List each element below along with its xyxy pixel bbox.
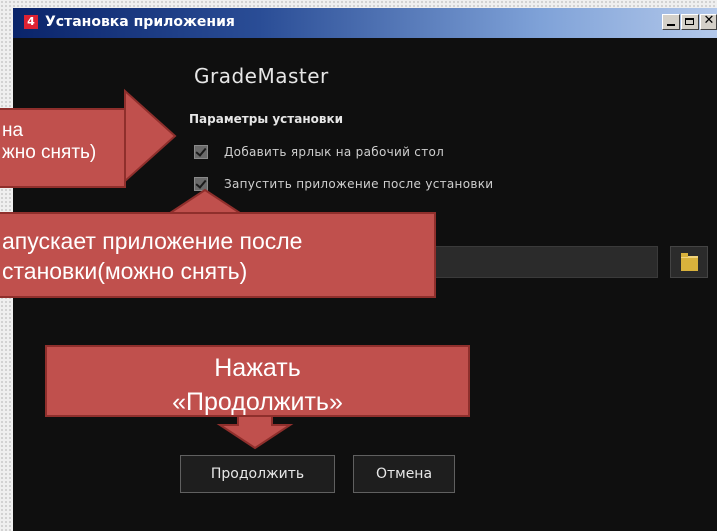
continue-callout-line2: «Продолжить» [172,388,343,416]
shortcut-callout-line1: на [2,120,24,141]
launch-after-install-option[interactable]: Запустить приложение после установки [194,174,493,194]
continue-callout-line1: Нажать [214,354,301,382]
close-icon: ✕ [703,13,715,28]
browse-folder-button[interactable] [670,246,708,278]
maximize-icon [685,18,694,25]
launch-after-install-checkbox[interactable] [194,177,208,191]
desktop-shortcut-label: Добавить ярлык на рабочий стол [224,145,445,159]
cancel-button[interactable]: Отмена [353,455,455,493]
launch-callout-line1: апускает приложение после [2,228,303,254]
window-title: Установка приложения [45,14,235,30]
install-path-input[interactable] [423,246,658,278]
shortcut-callout-line2: жно снять) [2,142,97,163]
launch-after-install-label: Запустить приложение после установки [224,177,494,191]
settings-section-title: Параметры установки [189,112,344,126]
minimize-icon [667,24,675,26]
app-name: GradeMaster [194,64,329,88]
folder-icon [681,253,698,271]
close-button[interactable]: ✕ [700,13,717,30]
continue-callout: Нажать «Продолжить» [45,345,470,417]
title-bar[interactable]: 4 Установка приложения ✕ [13,8,717,38]
launch-callout-line2: становки(можно снять) [2,258,248,284]
minimize-button[interactable] [662,14,680,30]
continue-button[interactable]: Продолжить [180,455,335,493]
desktop-shortcut-option[interactable]: Добавить ярлык на рабочий стол [194,142,444,162]
maximize-button[interactable] [681,14,699,30]
launch-callout: апускает приложение после становки(можно… [0,212,436,298]
shortcut-callout: на жно снять) [0,108,126,188]
installer-app-icon: 4 [24,15,38,29]
desktop-shortcut-checkbox[interactable] [194,145,208,159]
